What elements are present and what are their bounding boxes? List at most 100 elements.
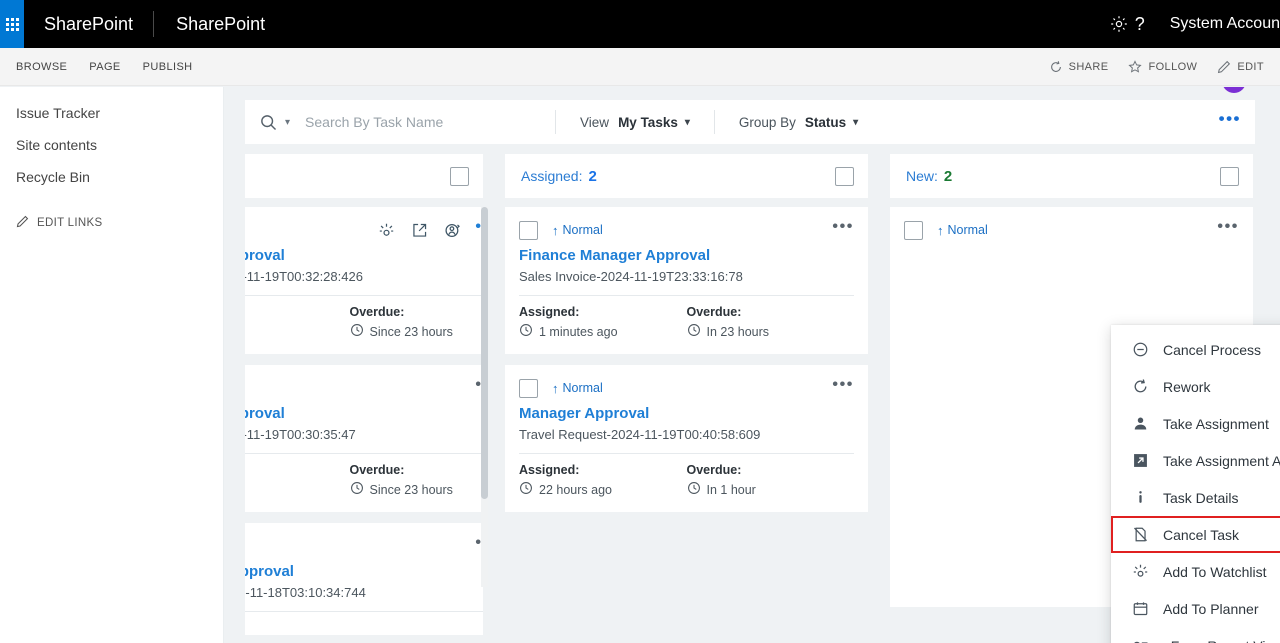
avatar[interactable]: [1222, 87, 1246, 93]
sidebar-item-issue-tracker[interactable]: Issue Tracker: [0, 97, 223, 129]
menu-item-eform-report-view[interactable]: eForm Report View: [1111, 627, 1280, 643]
column-title: Assigned:: [521, 168, 583, 184]
view-value: My Tasks: [618, 114, 678, 130]
meta-label: Assigned:: [519, 463, 580, 477]
task-checkbox[interactable]: [904, 220, 923, 240]
meta-assigned: Assigned: go: [245, 305, 350, 340]
menu-item-add-to-planner[interactable]: Add To Planner: [1111, 590, 1280, 627]
priority-arrow-up-icon: ↑: [552, 380, 559, 396]
sidebar-item-recycle-bin[interactable]: Recycle Bin: [0, 161, 223, 193]
ribbon-tabs: BROWSE PAGE PUBLISH: [0, 61, 193, 73]
menu-item-cancel-process[interactable]: Cancel Process: [1111, 331, 1280, 368]
open-in-new-icon[interactable]: [411, 222, 428, 239]
card-meta-row: Assigned: 1 minutes ago Overdue: In 23 h…: [519, 305, 854, 340]
card-overflow-ellipsis-icon[interactable]: •••: [832, 219, 854, 237]
task-title[interactable]: ger Approval: [245, 563, 483, 580]
menu-item-label: Rework: [1163, 378, 1211, 395]
priority-badge: ↑ Normal: [937, 223, 988, 237]
menu-item-take-assignment[interactable]: Take Assignment: [1111, 405, 1280, 442]
menu-item-task-details[interactable]: Task Details: [1111, 479, 1280, 516]
edit-button[interactable]: EDIT: [1217, 60, 1264, 74]
share-button[interactable]: SHARE: [1049, 60, 1109, 74]
menu-item-cancel-task[interactable]: Cancel Task: [1111, 516, 1280, 553]
card-divider: [245, 611, 483, 612]
task-card[interactable]: ↑ Normal ••• Manager Approval Travel Req…: [505, 365, 868, 512]
calendar-icon: [1129, 600, 1151, 617]
meta-label: Assigned:: [519, 305, 580, 319]
search-scope-chevron-down-icon[interactable]: ▾: [285, 117, 290, 128]
task-card[interactable]: ••• ger Approval st-2024-11-18T03:10:34:…: [245, 523, 483, 635]
meta-value: 22 hours ago: [519, 481, 687, 498]
ribbon-tab-publish[interactable]: PUBLISH: [143, 61, 193, 73]
toolbar-overflow-ellipsis-icon[interactable]: •••: [1219, 110, 1241, 130]
search-input[interactable]: [305, 114, 556, 130]
meta-text: In 1 hour: [706, 482, 756, 497]
menu-item-take-assignment-and-open[interactable]: Take Assignment And Open: [1111, 442, 1280, 479]
column-scrollbar[interactable]: [481, 207, 488, 587]
view-dropdown[interactable]: My Tasks ▾: [618, 115, 690, 130]
card-hover-toolbar: •••: [245, 219, 483, 241]
menu-item-add-to-watchlist[interactable]: Add To Watchlist: [1111, 553, 1280, 590]
groupby-dropdown[interactable]: Status ▾: [805, 115, 858, 130]
meta-value: go: [245, 323, 350, 337]
edit-links-button[interactable]: EDIT LINKS: [0, 193, 223, 231]
card-overflow-ellipsis-icon[interactable]: •••: [832, 377, 854, 395]
task-title[interactable]: er Approval: [245, 405, 483, 422]
column-count: 2: [588, 167, 597, 185]
task-title[interactable]: er Approval: [245, 247, 483, 264]
left-navigation: Issue Tracker Site contents Recycle Bin …: [0, 87, 224, 643]
watchlist-icon: [1129, 563, 1151, 580]
question-icon[interactable]: ?: [1132, 0, 1148, 48]
menu-item-label: Take Assignment: [1163, 415, 1269, 432]
card-divider: [245, 295, 483, 296]
user-account-name[interactable]: System Accoun: [1148, 0, 1280, 48]
clock-icon: [350, 481, 364, 498]
edit-label: EDIT: [1237, 60, 1264, 73]
meta-value: Since 23 hours: [350, 323, 484, 340]
task-title[interactable]: Finance Manager Approval: [519, 247, 854, 264]
card-overflow-ellipsis-icon[interactable]: •••: [1217, 219, 1239, 237]
ribbon-tab-page[interactable]: PAGE: [89, 61, 120, 73]
follow-button[interactable]: FOLLOW: [1128, 59, 1197, 74]
task-card[interactable]: ••• er Approval n-2024-11-19T00:32:28:42…: [245, 207, 483, 354]
column-count: 2: [943, 167, 953, 185]
meta-text: 22 hours ago: [539, 482, 612, 497]
column-select-all-checkbox[interactable]: [1220, 166, 1239, 186]
menu-item-label: Add To Planner: [1163, 600, 1259, 617]
task-card[interactable]: ••• er Approval n-2024-11-19T00:30:35:47…: [245, 365, 483, 512]
task-title[interactable]: Manager Approval: [519, 405, 854, 422]
groupby-value: Status: [804, 114, 847, 130]
ribbon-tab-browse[interactable]: BROWSE: [16, 61, 67, 73]
app-launcher-icon[interactable]: [0, 0, 24, 48]
meta-overdue: Overdue: Since 23 hours: [350, 305, 484, 340]
main-canvas: ▾ View My Tasks ▾ Group By Status ▾ •••: [224, 87, 1280, 643]
task-checkbox[interactable]: [519, 378, 538, 398]
task-checkbox[interactable]: [519, 220, 538, 240]
suite-brand[interactable]: SharePoint: [24, 0, 153, 48]
meta-value: go: [245, 481, 350, 495]
priority-arrow-up-icon: ↑: [937, 222, 944, 238]
task-subtitle: Sales Invoice-2024-11-19T23:33:16:78: [519, 269, 743, 284]
sidebar-item-site-contents[interactable]: Site contents: [0, 129, 223, 161]
card-meta-row: Assigned: go Overdue:: [245, 305, 483, 340]
meta-text: In 23 hours: [706, 324, 770, 339]
clock-icon: [350, 323, 364, 340]
menu-item-rework[interactable]: Rework: [1111, 368, 1280, 405]
column-select-all-checkbox[interactable]: [450, 166, 469, 186]
card-divider: [519, 453, 854, 454]
meta-value: In 23 hours: [687, 323, 855, 340]
task-card[interactable]: ↑ Normal ••• Finance Manager Approval Sa…: [505, 207, 868, 354]
clock-icon: [687, 323, 701, 340]
site-title[interactable]: SharePoint: [154, 0, 265, 48]
share-label: SHARE: [1068, 60, 1109, 73]
column-select-all-checkbox[interactable]: [835, 166, 854, 186]
gear-icon[interactable]: [1106, 14, 1132, 34]
meta-value: 1 minutes ago: [519, 323, 687, 340]
reassign-icon[interactable]: [444, 222, 461, 239]
menu-item-label: eForm Report View: [1163, 638, 1280, 643]
watchlist-icon[interactable]: [378, 222, 395, 239]
open-in-new-icon: [1129, 452, 1151, 469]
report-icon: [1129, 637, 1151, 643]
card-meta-row: Assigned: 22 hours ago Overdue: In 1 hou…: [519, 463, 854, 498]
search-icon[interactable]: [259, 113, 278, 132]
